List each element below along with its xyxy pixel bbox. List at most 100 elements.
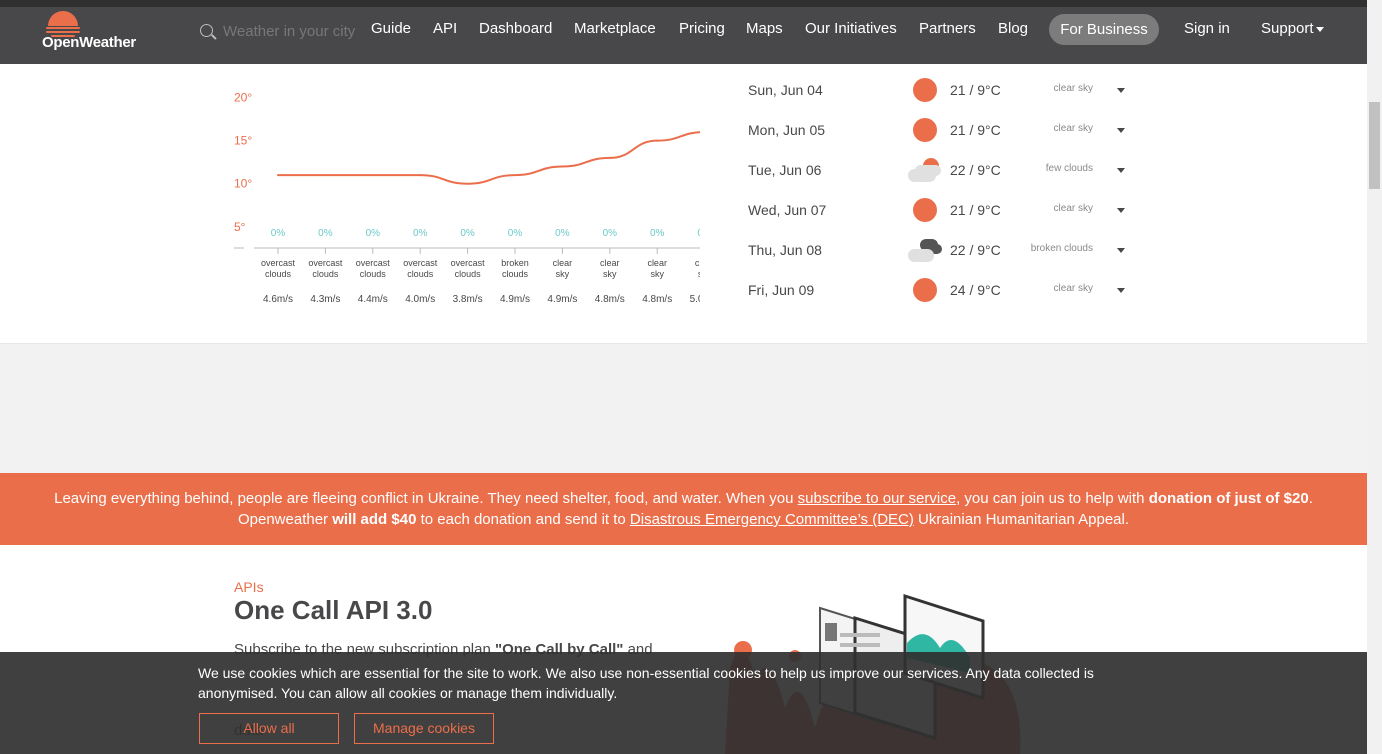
logo-text: OpenWeather [42, 34, 136, 51]
hour-description: clouds [360, 269, 387, 279]
y-tick-label: 15° [234, 134, 252, 148]
temperature-point [514, 174, 516, 177]
hour-description: broken [501, 258, 529, 268]
section-title: One Call API 3.0 [234, 595, 433, 625]
hour-description: clouds [312, 269, 339, 279]
gray-section-band [0, 343, 1367, 473]
forecast-temp: 21 / 9°C [950, 122, 1001, 138]
for-business-button[interactable]: For Business [1049, 14, 1159, 45]
nav-api[interactable]: API [433, 20, 457, 37]
forecast-desc: few clouds [1045, 163, 1093, 174]
forecast-row[interactable]: Mon, Jun 05 21 / 9°C clear sky [748, 110, 1138, 150]
precip-label: 0% [650, 228, 665, 239]
sun-icon [908, 198, 942, 224]
forecast-temp: 24 / 9°C [950, 282, 1001, 298]
expand-caret-icon[interactable] [1117, 248, 1125, 253]
banner-text: Ukrainian Humanitarian Appeal. [913, 511, 1130, 528]
subscribe-link[interactable]: subscribe to our service [798, 490, 956, 507]
hour-description: overcast [451, 258, 486, 268]
expand-caret-icon[interactable] [1117, 128, 1125, 133]
precip-label: 0% [508, 228, 523, 239]
search-icon[interactable] [200, 24, 213, 37]
forecast-desc: broken clouds [1030, 243, 1093, 254]
precip-label: 0% [603, 228, 618, 239]
forecast-day: Wed, Jun 07 [748, 202, 827, 218]
precip-label: 0% [413, 228, 428, 239]
sun-icon [908, 118, 942, 144]
support-menu[interactable]: Support [1261, 20, 1324, 37]
sun-icon [908, 78, 942, 104]
nav-top-strip [0, 0, 1367, 7]
banner-bold-text: donation of just of $20 [1148, 490, 1309, 507]
nav-dashboard[interactable]: Dashboard [479, 20, 552, 37]
manage-cookies-button[interactable]: Manage cookies [354, 713, 494, 744]
forecast-row[interactable]: Wed, Jun 07 21 / 9°C clear sky [748, 190, 1138, 230]
forecast-desc: clear sky [1053, 83, 1093, 94]
banner-bold-text: will add $40 [332, 511, 417, 528]
forecast-row[interactable]: Sun, Jun 04 21 / 9°C clear sky [748, 70, 1138, 110]
hour-description: sky [603, 269, 617, 279]
expand-caret-icon[interactable] [1117, 168, 1125, 173]
apis-tag: APIs [234, 579, 264, 595]
temperature-point [466, 182, 469, 185]
wind-speed-label: 4.4m/s [358, 294, 388, 305]
sign-in-link[interactable]: Sign in [1184, 20, 1230, 37]
chevron-down-icon [1315, 26, 1324, 32]
forecast-temp: 22 / 9°C [950, 162, 1001, 178]
temperature-point [656, 139, 659, 142]
nav-maps[interactable]: Maps [746, 20, 783, 37]
nav-guide[interactable]: Guide [371, 20, 411, 37]
banner-line-2: Openweather will add $40 to each donatio… [0, 509, 1367, 530]
hour-description: sky [650, 269, 664, 279]
banner-text: , you can join us to help with [956, 490, 1149, 507]
logo-sun-icon [48, 11, 78, 26]
hour-description: sky [556, 269, 570, 279]
hourly-forecast-chart: 20° 15° 10° 5° 0% overcast clouds 4.6m/s 0% overc… [230, 64, 700, 324]
temperature-point [324, 174, 327, 177]
expand-caret-icon[interactable] [1117, 88, 1125, 93]
nav-blog[interactable]: Blog [998, 20, 1028, 37]
temperature-point [419, 174, 422, 177]
forecast-row[interactable]: Thu, Jun 08 22 / 9°C broken clouds [748, 230, 1138, 270]
allow-all-cookies-button[interactable]: Allow all [199, 713, 339, 744]
banner-text: Leaving everything behind, people are fl… [54, 490, 798, 507]
temperature-point [561, 165, 564, 168]
search-input[interactable] [223, 20, 358, 42]
city-search[interactable] [198, 20, 358, 44]
temperature-line [278, 131, 700, 185]
banner-text: . [1308, 490, 1313, 507]
nav-partners[interactable]: Partners [919, 20, 976, 37]
y-tick-label: 20° [234, 91, 252, 105]
hour-description: overcast [356, 258, 391, 268]
expand-caret-icon[interactable] [1117, 288, 1125, 293]
wind-speed-label: 3.8m/s [453, 294, 483, 305]
scrollbar-thumb[interactable] [1369, 102, 1380, 189]
banner-line-1: Leaving everything behind, people are fl… [0, 488, 1367, 509]
cookie-banner: We use cookies which are essential for t… [0, 652, 1367, 754]
hour-description: clear [647, 258, 667, 268]
nav-marketplace[interactable]: Marketplace [574, 20, 656, 37]
wind-speed-label: 4.3m/s [310, 294, 340, 305]
nav-our-initiatives[interactable]: Our Initiatives [805, 20, 897, 37]
forecast-desc: clear sky [1053, 203, 1093, 214]
forecast-desc: clear sky [1053, 123, 1093, 134]
nav-pricing[interactable]: Pricing [679, 20, 725, 37]
forecast-day: Sun, Jun 04 [748, 82, 823, 98]
support-label: Support [1261, 20, 1314, 37]
forecast-temp: 21 / 9°C [950, 202, 1001, 218]
forecast-row[interactable]: Tue, Jun 06 22 / 9°C few clouds [748, 150, 1138, 190]
dec-link[interactable]: Disastrous Emergency Committee’s (DEC) [630, 511, 914, 528]
banner-text: Openweather [237, 511, 333, 528]
expand-caret-icon[interactable] [1117, 208, 1125, 213]
forecast-day: Tue, Jun 06 [748, 162, 822, 178]
wind-speed-label: 4.8m/s [595, 294, 625, 305]
temperature-point [371, 174, 374, 177]
openweather-logo[interactable]: OpenWeather [42, 11, 138, 53]
precip-label: 0% [318, 228, 333, 239]
hourly-chart-svg: 20°15°10°5° 0%overcastclouds4.6m/s0%overc… [234, 91, 700, 305]
forecast-row[interactable]: Fri, Jun 09 24 / 9°C clear sky [748, 270, 1138, 310]
hour-description: overcast [403, 258, 438, 268]
page-scrollbar[interactable] [1367, 0, 1382, 754]
sun-icon [908, 278, 942, 304]
hour-description: clouds [502, 269, 529, 279]
